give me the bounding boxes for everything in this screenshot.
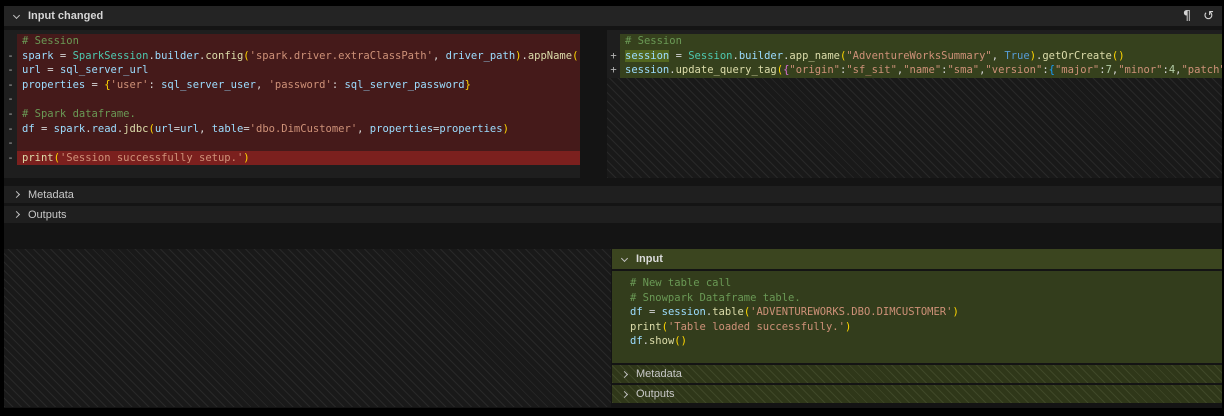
- inserted-metadata-section-header[interactable]: Metadata: [612, 365, 1222, 383]
- line-gutter: [4, 34, 17, 49]
- input-changed-label: Input changed: [28, 10, 103, 22]
- inserted-cell: Input # New table call# Snowpark Datafra…: [612, 249, 1222, 407]
- deleted-line-marker: -: [4, 122, 17, 137]
- line-gutter: [607, 34, 620, 49]
- outputs-label: Outputs: [636, 388, 675, 400]
- code-text: # Spark dataframe.: [17, 107, 580, 122]
- outputs-section-header[interactable]: Outputs: [4, 206, 1222, 223]
- code-text: # Session: [620, 34, 1222, 49]
- code-line: -# Spark dataframe.: [4, 107, 580, 122]
- line-gutter: [612, 291, 625, 306]
- outputs-label: Outputs: [28, 209, 67, 221]
- deleted-line-marker: -: [4, 107, 17, 122]
- empty-space: [4, 165, 580, 178]
- code-line: -: [4, 92, 580, 107]
- code-line: df = session.table('ADVENTUREWORKS.DBO.D…: [612, 305, 1222, 320]
- code-text: spark = SparkSession.builder.config('spa…: [17, 49, 580, 64]
- empty-space: [607, 78, 1222, 178]
- metadata-label: Metadata: [28, 189, 74, 201]
- added-line-marker: +: [607, 49, 620, 64]
- code-line: +session.update_query_tag({"origin":"sf_…: [607, 63, 1222, 78]
- input-changed-header[interactable]: Input changed ¶ ↺: [4, 6, 1222, 26]
- toggle-whitespace-icon[interactable]: ¶: [1183, 10, 1191, 23]
- modified-code-editor[interactable]: # Session+session = Session.builder.app_…: [607, 30, 1222, 178]
- code-line: # Session: [4, 34, 580, 49]
- code-text: df.show(): [625, 334, 1222, 349]
- code-text: df = session.table('ADVENTUREWORKS.DBO.D…: [625, 305, 1222, 320]
- header-toolbar: ¶ ↺: [1183, 10, 1214, 23]
- chevron-down-icon: [621, 254, 628, 261]
- code-line: -print('Session successfully setup.'): [4, 151, 580, 166]
- chevron-right-icon: [621, 390, 628, 397]
- code-text: session.update_query_tag({"origin":"sf_s…: [620, 63, 1222, 78]
- inserted-cell-section: Input # New table call# Snowpark Datafra…: [4, 249, 1222, 407]
- input-label: Input: [636, 253, 663, 265]
- inserted-code-editor[interactable]: # New table call# Snowpark Dataframe tab…: [612, 271, 1222, 363]
- metadata-section-header[interactable]: Metadata: [4, 186, 1222, 203]
- code-text: url = sql_server_url: [17, 63, 580, 78]
- deleted-line-marker: -: [4, 151, 17, 166]
- code-text: properties = {'user': sql_server_user, '…: [17, 78, 580, 93]
- deleted-line-marker: -: [4, 63, 17, 78]
- line-gutter: [612, 305, 625, 320]
- original-code-editor[interactable]: # Session-spark = SparkSession.builder.c…: [4, 30, 580, 178]
- code-line: +session = Session.builder.app_name("Adv…: [607, 49, 1222, 64]
- line-gutter: [612, 334, 625, 349]
- deleted-line-marker: -: [4, 78, 17, 93]
- code-text: session = Session.builder.app_name("Adve…: [620, 49, 1222, 64]
- code-line: # Snowpark Dataframe table.: [612, 291, 1222, 306]
- code-line: print('Table loaded successfully.'): [612, 320, 1222, 335]
- inserted-outputs-section-header[interactable]: Outputs: [612, 385, 1222, 403]
- code-text: print('Table loaded successfully.'): [625, 320, 1222, 335]
- code-text: [17, 136, 580, 151]
- code-line: -url = sql_server_url: [4, 63, 580, 78]
- line-gutter: [612, 276, 625, 291]
- code-text: [17, 92, 580, 107]
- code-line: -: [4, 136, 580, 151]
- code-text: # Session: [17, 34, 580, 49]
- chevron-right-icon: [13, 211, 20, 218]
- modified-cell-section: Input changed ¶ ↺ # Session-spark = Spar…: [4, 6, 1222, 223]
- empty-original-placeholder: [4, 249, 611, 407]
- empty-space: [612, 349, 1222, 363]
- deleted-line-marker: -: [4, 92, 17, 107]
- code-text: df = spark.read.jdbc(url=url, table='dbo…: [17, 122, 580, 137]
- code-line: # Session: [607, 34, 1222, 49]
- chevron-down-icon: [13, 11, 20, 18]
- notebook-diff-view: Input changed ¶ ↺ # Session-spark = Spar…: [4, 6, 1222, 408]
- side-by-side-diff: # Session-spark = SparkSession.builder.c…: [4, 30, 1222, 178]
- metadata-label: Metadata: [636, 368, 682, 380]
- revert-input-icon[interactable]: ↺: [1203, 10, 1214, 23]
- code-text: print('Session successfully setup.'): [17, 151, 580, 166]
- deleted-line-marker: -: [4, 49, 17, 64]
- code-line: df.show(): [612, 334, 1222, 349]
- line-gutter: [612, 320, 625, 335]
- code-line: -properties = {'user': sql_server_user, …: [4, 78, 580, 93]
- code-text: # Snowpark Dataframe table.: [625, 291, 1222, 306]
- code-line: -df = spark.read.jdbc(url=url, table='db…: [4, 122, 580, 137]
- code-text: # New table call: [625, 276, 1222, 291]
- chevron-right-icon: [13, 191, 20, 198]
- code-line: # New table call: [612, 276, 1222, 291]
- code-line: -spark = SparkSession.builder.config('sp…: [4, 49, 580, 64]
- deleted-line-marker: -: [4, 136, 17, 151]
- input-header[interactable]: Input: [612, 249, 1222, 269]
- chevron-right-icon: [621, 370, 628, 377]
- added-line-marker: +: [607, 63, 620, 78]
